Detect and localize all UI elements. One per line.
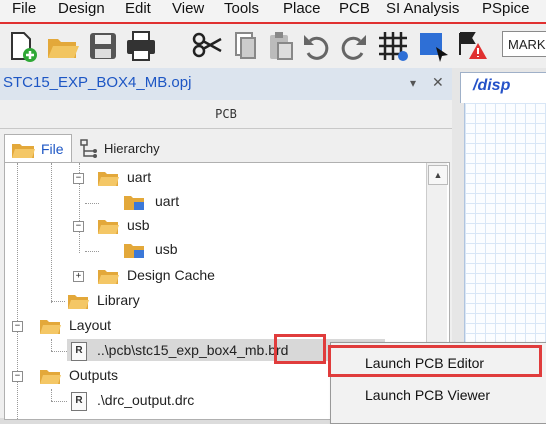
menu-pspice[interactable]: PSpice [482, 0, 530, 20]
folder-icon [98, 220, 119, 234]
project-title[interactable]: STC15_EXP_BOX4_MB.opj [3, 74, 191, 91]
menu-tools[interactable]: Tools [224, 0, 259, 20]
paste-icon[interactable] [264, 29, 298, 63]
folder-icon [68, 295, 89, 309]
menu-file[interactable]: File [12, 0, 36, 20]
pin-icon[interactable]: ▾ [410, 76, 416, 90]
tree-label: Outputs [69, 367, 119, 383]
tree-item-usb-schematic[interactable]: usb [5, 239, 425, 263]
tree-item-layout[interactable]: − Layout [5, 315, 425, 339]
grid-icon[interactable] [376, 29, 410, 63]
project-header: STC15_EXP_BOX4_MB.opj ▾ ✕ [0, 68, 452, 101]
mark-input[interactable]: MARK [502, 31, 546, 57]
tree-label: Design Cache [127, 267, 215, 283]
menu-item-label: Launch PCB Viewer [365, 387, 491, 403]
menu-design[interactable]: Design [58, 0, 105, 20]
highlight-box-brd [274, 334, 326, 364]
collapse-icon[interactable]: − [12, 371, 23, 382]
file-icon: R [71, 342, 87, 361]
undo-icon[interactable] [300, 29, 334, 63]
cut-icon[interactable] [190, 29, 224, 63]
highlight-box-launch-editor [328, 345, 542, 377]
menu-item-launch-pcb-viewer[interactable]: Launch PCB Viewer [331, 381, 546, 409]
tree-item-library[interactable]: Library [5, 290, 425, 314]
tree-item-uart-folder[interactable]: − uart [5, 167, 425, 191]
expand-icon[interactable]: + [73, 271, 84, 282]
print-icon[interactable] [124, 29, 158, 63]
tab-disp-label: /disp [473, 77, 511, 94]
folder-icon [98, 172, 119, 186]
new-file-icon[interactable] [6, 29, 40, 63]
redo-icon[interactable] [336, 29, 370, 63]
tree-item-uart-schematic[interactable]: uart [5, 191, 425, 215]
tree-label: uart [155, 193, 180, 209]
tree-item-usb-folder[interactable]: − usb [5, 215, 425, 239]
schematic-folder-icon [124, 244, 144, 258]
close-icon[interactable]: ✕ [432, 74, 444, 91]
tree-label: Layout [69, 317, 112, 333]
tab-hierarchy-label: Hierarchy [104, 141, 160, 156]
toolbar [0, 24, 546, 69]
folder-icon [40, 320, 61, 334]
tab-file[interactable]: File [4, 134, 72, 163]
tree-label: .\drc_output.drc [97, 392, 195, 408]
tab-disp[interactable]: /disp [460, 72, 546, 103]
save-icon[interactable] [86, 29, 120, 63]
collapse-icon[interactable]: − [12, 321, 23, 332]
file-icon: R [71, 392, 87, 411]
tab-file-label: File [41, 141, 64, 157]
collapse-icon[interactable]: − [73, 173, 84, 184]
panel-title: PCB [0, 100, 452, 129]
tree-label: usb [127, 217, 150, 233]
scroll-up-icon[interactable]: ▲ [428, 165, 448, 185]
menu-bar: File Design Edit View Tools Place PCB SI… [0, 0, 546, 24]
menu-si-analysis[interactable]: SI Analysis [386, 0, 459, 20]
tree-label: Library [97, 292, 140, 308]
collapse-icon[interactable]: − [73, 221, 84, 232]
schematic-folder-icon [124, 196, 144, 210]
tree-label: uart [127, 169, 152, 185]
select-box-icon[interactable] [416, 29, 450, 63]
tree-label: usb [155, 241, 178, 257]
folder-icon [98, 270, 119, 284]
tab-hierarchy[interactable]: Hierarchy [74, 134, 184, 162]
copy-icon[interactable] [228, 29, 262, 63]
tree-item-design-cache[interactable]: + Design Cache [5, 265, 425, 289]
folder-icon [40, 370, 61, 384]
hierarchy-icon [80, 139, 97, 158]
menu-view[interactable]: View [172, 0, 204, 20]
drc-warning-icon[interactable] [456, 29, 490, 63]
tree-label-brd: ..\pcb\stc15_exp_box4_mb.brd [97, 342, 289, 358]
menu-place[interactable]: Place [283, 0, 321, 20]
menu-edit[interactable]: Edit [125, 0, 151, 20]
open-folder-icon[interactable] [46, 29, 80, 63]
folder-icon [12, 144, 35, 158]
menu-pcb[interactable]: PCB [339, 0, 370, 20]
